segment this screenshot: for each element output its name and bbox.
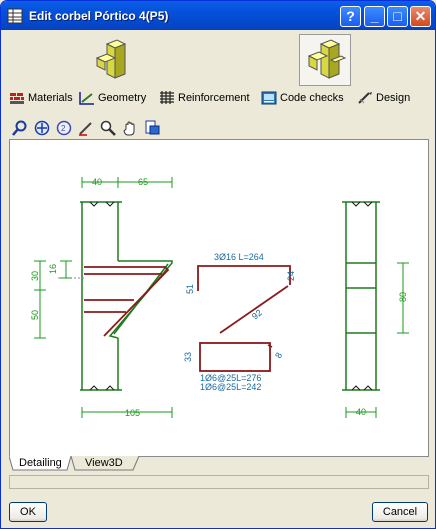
- drawing-toolbar: 2: [9, 117, 429, 139]
- dim-bottom-label: 105: [125, 408, 140, 418]
- dim-33-label: 33: [183, 352, 193, 362]
- detailing-canvas[interactable]: 40 65 105 16 30 50 3Ø16 L=264 1Ø6@25L=27…: [9, 139, 429, 457]
- svg-text:2: 2: [61, 124, 66, 133]
- tab-code-checks[interactable]: Code checks: [261, 91, 357, 105]
- print-preview-icon: [145, 120, 160, 135]
- corbel-type-single-button[interactable]: [89, 34, 141, 86]
- magnifier-icon: [100, 120, 116, 136]
- tab-code-checks-label: Code checks: [280, 92, 344, 104]
- help-button[interactable]: ?: [340, 6, 361, 27]
- zoom-window-icon: [12, 120, 27, 136]
- title-bar[interactable]: Edit corbel Pórtico 4(P5) ? _ □ ✕: [1, 1, 435, 30]
- rebar-left: [84, 266, 170, 337]
- materials-icon: [10, 93, 24, 104]
- dim-40-right-label: 40: [356, 407, 366, 417]
- cancel-button[interactable]: Cancel: [372, 502, 428, 522]
- editor-tab-bar: Materials Geometry Reinforcement Code ch…: [9, 89, 429, 107]
- stirrup-label-2: 1Ø6@25L=242: [200, 382, 261, 392]
- corbel-drawing: 40 65 105 16 30 50 3Ø16 L=264 1Ø6@25L=27…: [30, 177, 409, 418]
- corbel-single-icon: [95, 39, 127, 79]
- maximize-button[interactable]: □: [387, 6, 408, 27]
- dim-24-label: 24: [286, 271, 296, 281]
- zoom-all-button[interactable]: [33, 119, 51, 137]
- zoom-window-button[interactable]: [11, 119, 29, 137]
- dim-51-label: 51: [185, 284, 195, 294]
- dimension-lines-left: [34, 177, 173, 418]
- reinforcement-icon: [160, 91, 174, 104]
- tab-detailing[interactable]: Detailing: [11, 456, 70, 471]
- edit-pen-button[interactable]: [77, 119, 95, 137]
- tab-view3d[interactable]: View3D: [77, 456, 131, 471]
- tab-design[interactable]: Design: [357, 91, 427, 105]
- zoom-previous-button[interactable]: 2: [55, 119, 73, 137]
- tab-reinforcement-label: Reinforcement: [178, 92, 250, 104]
- print-preview-button[interactable]: [143, 119, 161, 137]
- minimize-button[interactable]: _: [364, 6, 385, 27]
- zoom-previous-icon: 2: [56, 120, 72, 136]
- corbel-double-icon: [307, 39, 347, 79]
- dim-16-label: 16: [48, 264, 58, 274]
- dim-50-label: 50: [30, 310, 40, 320]
- tab-materials[interactable]: Materials: [9, 91, 79, 105]
- geometry-icon: [79, 92, 94, 105]
- code-checks-icon: [261, 91, 277, 105]
- ok-button[interactable]: OK: [9, 502, 47, 522]
- design-icon: [358, 92, 372, 104]
- break-marks-right: [351, 201, 373, 391]
- rebar-top-label: 3Ø16 L=264: [214, 252, 264, 262]
- zoom-in-button[interactable]: [99, 119, 117, 137]
- window-title: Edit corbel Pórtico 4(P5): [29, 8, 169, 23]
- tab-reinforcement[interactable]: Reinforcement: [159, 91, 261, 105]
- app-icon: [7, 8, 23, 23]
- tab-materials-label: Materials: [28, 92, 73, 104]
- tab-design-label: Design: [376, 92, 411, 104]
- dim-8-label: 8: [273, 351, 284, 360]
- dim-top-left-label: 40: [92, 177, 102, 187]
- dim-30-label: 30: [30, 271, 40, 281]
- dimension-lines-right: [345, 262, 409, 418]
- dim-80-label: 80: [398, 292, 408, 302]
- edit-corbel-window: Edit corbel Pórtico 4(P5) ? _ □ ✕ Materi…: [0, 0, 436, 529]
- dim-top-right-label: 65: [138, 177, 148, 187]
- hand-icon: [123, 121, 135, 136]
- break-marks-left: [89, 201, 115, 391]
- pan-button[interactable]: [121, 119, 139, 137]
- column-left-outline: [80, 201, 173, 391]
- pen-icon: [79, 122, 92, 136]
- corbel-type-double-button[interactable]: [299, 34, 351, 86]
- tab-geometry-label: Geometry: [98, 92, 147, 104]
- view-tabs: Detailing View3D: [9, 456, 429, 472]
- tab-geometry[interactable]: Geometry: [79, 91, 159, 105]
- zoom-all-icon: [34, 120, 50, 136]
- close-button[interactable]: ✕: [410, 6, 431, 27]
- status-bar: [9, 475, 429, 489]
- dim-92-label: 92: [250, 307, 264, 321]
- column-right-section: [342, 201, 380, 391]
